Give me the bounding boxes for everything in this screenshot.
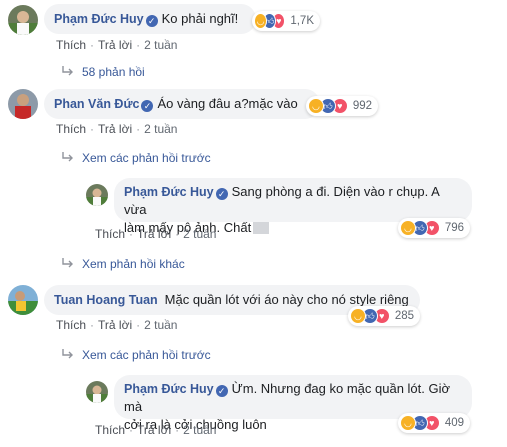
reaction-count: 285 bbox=[394, 310, 414, 322]
reply-button[interactable]: Trả lời bbox=[98, 318, 132, 332]
comment-bubble: Phạm Đức Huy ✓ Ko phải nghĩ! bbox=[44, 4, 256, 34]
comment-author-name[interactable]: Phan Văn Đức bbox=[54, 97, 139, 111]
avatar[interactable] bbox=[8, 285, 38, 315]
view-previous-replies-label: Xem các phản hồi trước bbox=[82, 151, 211, 165]
haha-reaction-icon: ◡ bbox=[308, 98, 324, 114]
comment-timestamp[interactable]: 2 tuần bbox=[183, 423, 216, 437]
like-button[interactable]: Thích bbox=[56, 122, 86, 136]
comment-timestamp[interactable]: 2 tuần bbox=[144, 38, 177, 52]
avatar[interactable] bbox=[8, 5, 38, 35]
comment-author-name[interactable]: Phạm Đức Huy bbox=[54, 12, 144, 26]
view-previous-replies-link[interactable]: Xem các phản hồi trước bbox=[62, 348, 211, 362]
reply-arrow-icon bbox=[62, 66, 74, 76]
view-previous-replies-link[interactable]: Xem các phản hồi trước bbox=[62, 151, 211, 165]
view-previous-replies-label: Xem các phản hồi trước bbox=[82, 348, 211, 362]
reaction-count: 1,7K bbox=[290, 15, 314, 27]
view-more-replies-label: Xem phản hồi khác bbox=[82, 257, 185, 271]
comment-text: Áo vàng đâu a?mặc vào bbox=[157, 96, 298, 111]
avatar[interactable] bbox=[86, 184, 108, 206]
comment-actions: Thích · Trả lời · 2 tuần bbox=[56, 122, 178, 136]
like-button[interactable]: Thích bbox=[95, 227, 125, 241]
like-button[interactable]: Thích bbox=[95, 423, 125, 437]
verified-badge-icon: ✓ bbox=[145, 15, 158, 27]
comment-actions: Thích · Trả lời · 2 tuần bbox=[95, 227, 217, 241]
comment-actions: Thích · Trả lời · 2 tuần bbox=[56, 38, 178, 52]
verified-badge-icon: ✓ bbox=[141, 100, 154, 112]
reply-button[interactable]: Trả lời bbox=[98, 38, 132, 52]
like-button[interactable]: Thích bbox=[56, 38, 86, 52]
reply-arrow-icon bbox=[62, 152, 74, 162]
comment-timestamp[interactable]: 2 tuần bbox=[144, 122, 177, 136]
comment-actions: Thích · Trả lời · 2 tuần bbox=[95, 423, 217, 437]
reply-button[interactable]: Trả lời bbox=[137, 423, 171, 437]
view-replies-link[interactable]: 58 phản hồi bbox=[62, 65, 145, 79]
haha-reaction-icon: ◡ bbox=[400, 415, 416, 431]
avatar[interactable] bbox=[86, 381, 108, 403]
comment-actions: Thích · Trả lời · 2 tuần bbox=[56, 318, 178, 332]
reply-arrow-icon bbox=[62, 258, 74, 268]
reaction-summary[interactable]: ◡ 👍︎ ♥ 409 bbox=[398, 413, 470, 433]
reaction-count: 992 bbox=[352, 100, 372, 112]
haha-reaction-icon: ◡ bbox=[254, 13, 268, 29]
reply-bubble: Phạm Đức Huy ✓ Sang phòng a đi. Diện vào r… bbox=[114, 178, 472, 235]
reaction-summary[interactable]: ◡ 👍︎ ♥ 1,7K bbox=[252, 11, 320, 31]
reaction-summary[interactable]: ◡ 👍︎ ♥ 796 bbox=[398, 218, 470, 238]
verified-badge-icon: ✓ bbox=[215, 188, 228, 200]
comment-timestamp[interactable]: 2 tuần bbox=[144, 318, 177, 332]
like-button[interactable]: Thích bbox=[56, 318, 86, 332]
blurred-text bbox=[253, 222, 270, 234]
haha-reaction-icon: ◡ bbox=[400, 220, 416, 236]
reaction-summary[interactable]: ◡ 👍︎ ♥ 992 bbox=[306, 96, 378, 116]
reaction-count: 796 bbox=[444, 222, 464, 234]
verified-badge-icon: ✓ bbox=[215, 385, 228, 397]
comment-author-name[interactable]: Phạm Đức Huy bbox=[124, 185, 214, 199]
view-replies-label: 58 phản hồi bbox=[82, 65, 145, 79]
comment-author-name[interactable]: Tuan Hoang Tuan bbox=[54, 293, 158, 307]
reply-button[interactable]: Trả lời bbox=[98, 122, 132, 136]
comment-author-name[interactable]: Phạm Đức Huy bbox=[124, 382, 214, 396]
avatar[interactable] bbox=[8, 89, 38, 119]
comment-text: Mặc quần lót với áo này cho nó style riê… bbox=[164, 292, 409, 307]
reply-button[interactable]: Trả lời bbox=[137, 227, 171, 241]
comment-text: Ko phải nghĩ! bbox=[161, 11, 239, 26]
comment-bubble: Phan Văn Đức ✓ Áo vàng đâu a?mặc vào bbox=[44, 89, 320, 119]
haha-reaction-icon: ◡ bbox=[350, 308, 366, 324]
reply-arrow-icon bbox=[62, 349, 74, 359]
comment-timestamp[interactable]: 2 tuần bbox=[183, 227, 216, 241]
view-more-replies-link[interactable]: Xem phản hồi khác bbox=[62, 257, 185, 271]
reaction-count: 409 bbox=[444, 417, 464, 429]
reaction-summary[interactable]: ◡ 👍︎ ♥ 285 bbox=[348, 306, 420, 326]
